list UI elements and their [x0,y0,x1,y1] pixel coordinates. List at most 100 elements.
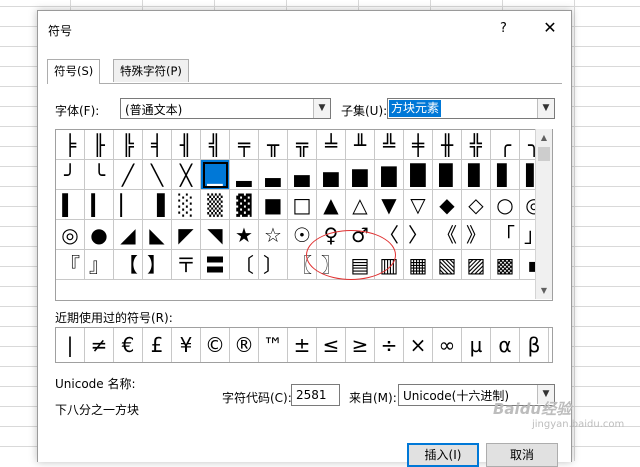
symbol-grid-scrollbar[interactable]: ▲ ▼ [535,129,552,299]
symbol-cell[interactable]: ▥ [375,250,404,280]
symbol-cell[interactable]: ╬ [462,130,491,160]
symbol-cell[interactable]: ▧ [433,250,462,280]
symbol-cell[interactable]: ╯ [56,160,85,190]
symbol-cell[interactable]: ▃ [259,160,288,190]
symbol-cell[interactable]: □ [288,190,317,220]
symbol-cell[interactable]: ▁ [201,160,230,190]
symbol-cell[interactable]: 「 [491,220,520,250]
symbol-cell[interactable]: ╦ [288,130,317,160]
recent-symbol-cell[interactable]: ÷ [375,328,404,362]
symbol-cell[interactable]: ▉ [433,160,462,190]
symbol-cell[interactable]: ░ [172,190,201,220]
symbol-cell[interactable]: 》 [462,220,491,250]
symbol-cell[interactable]: ▩ [491,250,520,280]
symbol-cell[interactable]: 〔 [230,250,259,280]
symbol-cell[interactable]: 】 [143,250,172,280]
symbol-cell[interactable]: ╫ [433,130,462,160]
symbol-cell[interactable]: 〖 [288,250,317,280]
symbol-cell[interactable]: ▒ [201,190,230,220]
symbol-cell[interactable]: ╣ [201,130,230,160]
recent-symbol-cell[interactable]: | [56,328,85,362]
tab-special-chars[interactable]: 特殊字符(P) [113,59,189,82]
symbol-cell[interactable]: ◎ [56,220,85,250]
symbol-cell[interactable]: ▲ [317,190,346,220]
symbol-cell[interactable]: 〉 [404,220,433,250]
recent-symbol-cell[interactable]: β [520,328,549,362]
symbol-cell[interactable]: 〒 [172,250,201,280]
symbol-cell[interactable]: ▎ [85,190,114,220]
symbol-cell[interactable]: ╠ [114,130,143,160]
help-button[interactable]: ? [500,21,507,36]
symbol-cell[interactable]: ╱ [114,160,143,190]
recent-symbol-cell[interactable]: × [404,328,433,362]
symbol-cell[interactable]: 』 [85,250,114,280]
symbol-cell[interactable]: ╢ [172,130,201,160]
symbol-cell[interactable]: ╧ [317,130,346,160]
symbol-cell[interactable]: ♂ [346,220,375,250]
symbol-cell[interactable]: ▓ [230,190,259,220]
font-select[interactable]: (普通文本) ▼ [120,98,331,119]
symbol-cell[interactable]: ╞ [56,130,85,160]
symbol-cell[interactable]: ╪ [404,130,433,160]
recent-symbol-cell[interactable]: α [491,328,520,362]
scroll-up-icon[interactable]: ▲ [536,129,552,146]
symbol-cell[interactable]: ▊ [462,160,491,190]
symbol-cell[interactable]: ▏ [114,190,143,220]
symbol-cell[interactable]: ▦ [404,250,433,280]
symbol-cell[interactable]: ╥ [259,130,288,160]
symbol-cell[interactable]: ▄ [288,160,317,190]
symbol-cell[interactable]: ■ [259,190,288,220]
symbol-cell[interactable]: ▐ [143,190,172,220]
symbol-cell[interactable]: ╭ [491,130,520,160]
symbol-cell[interactable]: ☉ [288,220,317,250]
symbol-cell[interactable]: 〗 [317,250,346,280]
symbol-cell[interactable]: 〕 [259,250,288,280]
symbol-cell[interactable]: ★ [230,220,259,250]
scrollbar-thumb[interactable] [538,147,550,161]
symbol-cell[interactable]: 『 [56,250,85,280]
symbol-cell[interactable]: ╟ [85,130,114,160]
symbol-cell[interactable]: ╤ [230,130,259,160]
symbol-cell[interactable]: ╡ [143,130,172,160]
symbol-cell[interactable]: ◥ [201,220,230,250]
symbol-cell[interactable]: ☆ [259,220,288,250]
recent-symbol-cell[interactable]: ± [288,328,317,362]
symbol-cell[interactable]: ◇ [462,190,491,220]
symbol-cell[interactable]: ▅ [317,160,346,190]
subset-select[interactable]: 方块元素 ▼ [387,98,555,119]
chevron-down-icon[interactable]: ▼ [313,99,330,118]
symbol-cell[interactable]: ◆ [433,190,462,220]
recent-symbol-cell[interactable]: © [201,328,230,362]
symbol-cell[interactable]: ▼ [375,190,404,220]
symbol-cell[interactable]: 《 [433,220,462,250]
symbol-cell[interactable]: ▆ [346,160,375,190]
recent-symbol-cell[interactable]: ≥ [346,328,375,362]
scroll-down-icon[interactable]: ▼ [536,282,552,299]
insert-button[interactable]: 插入(I) [407,443,479,467]
symbol-cell[interactable]: ▽ [404,190,433,220]
recent-symbol-cell[interactable]: ¥ [172,328,201,362]
cancel-button[interactable]: 取消 [486,443,558,467]
symbol-cell[interactable]: ◢ [114,220,143,250]
symbol-cell[interactable]: ◣ [143,220,172,250]
symbol-cell[interactable]: ▇ [375,160,404,190]
recent-symbol-cell[interactable]: £ [143,328,172,362]
symbol-cell[interactable]: ╩ [375,130,404,160]
symbol-cell[interactable]: ○ [491,190,520,220]
chevron-down-icon[interactable]: ▼ [537,99,554,118]
symbol-cell[interactable]: △ [346,190,375,220]
symbol-cell[interactable]: ♀ [317,220,346,250]
recent-symbol-cell[interactable]: µ [462,328,491,362]
recent-symbol-cell[interactable]: ∞ [433,328,462,362]
symbol-cell[interactable]: ◤ [172,220,201,250]
symbol-cell[interactable]: ▍ [56,190,85,220]
recent-symbol-cell[interactable]: ≤ [317,328,346,362]
symbol-cell[interactable]: ╲ [143,160,172,190]
symbol-cell[interactable]: 【 [114,250,143,280]
recent-symbol-cell[interactable]: ™ [259,328,288,362]
symbol-cell[interactable]: ╳ [172,160,201,190]
symbol-cell[interactable]: ╨ [346,130,375,160]
close-button[interactable]: ✕ [538,17,562,39]
tab-symbols[interactable]: 符号(S) [47,59,101,84]
symbol-cell[interactable]: ▋ [491,160,520,190]
